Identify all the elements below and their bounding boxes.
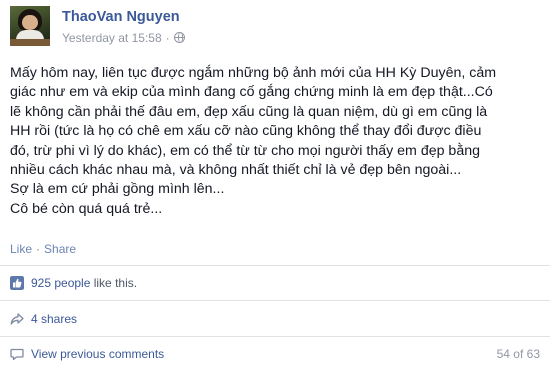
view-previous-comments-link[interactable]: View previous comments — [31, 347, 164, 361]
shares-row: 4 shares — [10, 310, 540, 330]
post-line: Mấy hôm nay, liên tục được ngắm những bộ… — [10, 65, 497, 81]
divider — [0, 265, 550, 266]
post-line: Cô bé còn quá quá trẻ... — [10, 200, 163, 217]
likes-count-link[interactable]: 925 people — [31, 276, 90, 290]
like-link[interactable]: Like — [10, 242, 32, 256]
post-meta: Yesterday at 15:58 · — [62, 31, 185, 45]
avatar[interactable] — [10, 6, 50, 46]
post-header: ThaoVan Nguyen Yesterday at 15:58 · — [10, 6, 540, 50]
post-text: Mấy hôm nay, liên tục được ngắm những bộ… — [10, 64, 538, 219]
post-line: đó, trừ phi vì lý do khác), em có thể từ… — [10, 142, 480, 159]
comment-bubble-icon — [10, 348, 24, 361]
post-line: HH rồi (tức là họ có chê em xấu cỡ nào c… — [10, 123, 482, 140]
post-line: Sợ là em cứ phải gồng mình lên... — [10, 181, 225, 198]
share-link[interactable]: Share — [44, 242, 76, 256]
likes-suffix: like this. — [90, 276, 138, 290]
thumbs-up-icon — [10, 276, 24, 290]
comments-paging: 54 of 63 — [496, 347, 540, 361]
globe-icon[interactable] — [173, 32, 185, 43]
meta-separator: · — [165, 31, 170, 45]
post-line: giác như em và ekip của mình đang cố gắn… — [10, 84, 493, 101]
divider — [0, 300, 550, 301]
avatar-table — [10, 39, 50, 46]
author-name[interactable]: ThaoVan Nguyen — [62, 9, 180, 25]
post-actions: Like · Share — [10, 242, 76, 256]
shares-link[interactable]: 4 shares — [31, 312, 77, 326]
divider — [0, 336, 550, 337]
post-timestamp[interactable]: Yesterday at 15:58 — [62, 31, 162, 45]
share-arrow-icon — [10, 313, 24, 325]
avatar-face — [22, 15, 38, 30]
action-separator: · — [36, 242, 41, 256]
comments-row: View previous comments 54 of 63 — [10, 345, 540, 365]
likes-row: 925 people like this. — [10, 274, 540, 294]
likes-text: 925 people like this. — [31, 276, 137, 290]
post-line: lẽ không cần phải thế đâu em, đẹp xấu cũ… — [10, 103, 488, 120]
post-line: nhiều cách khác nhau mà, và không nhất t… — [10, 162, 462, 179]
